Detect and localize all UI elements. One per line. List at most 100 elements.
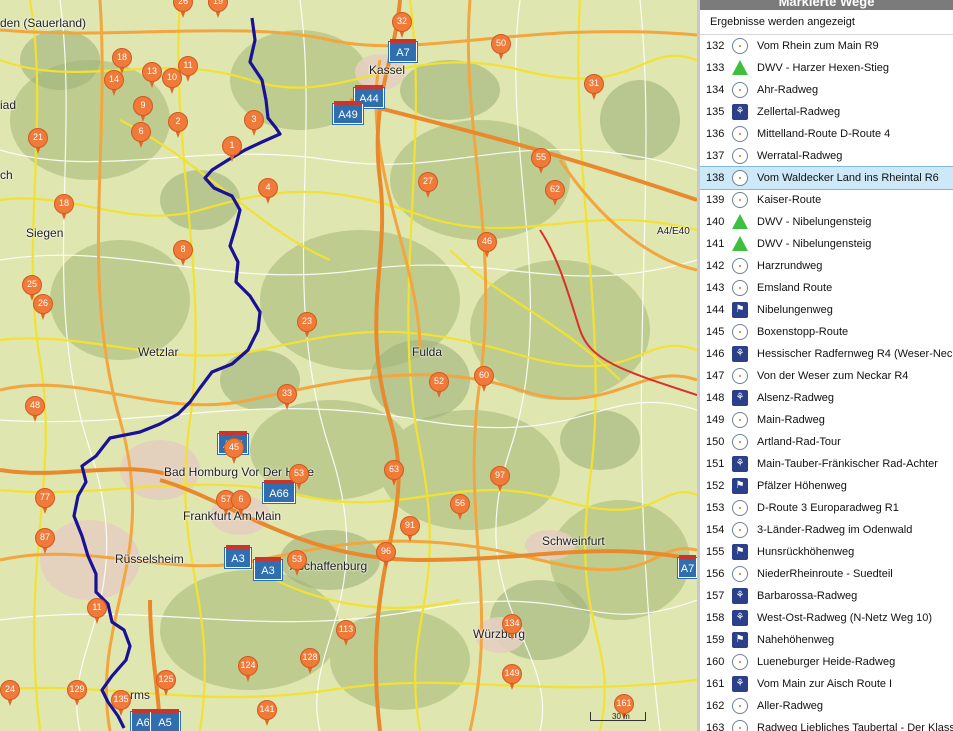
trail-list-item[interactable]: 146 ⚘ Hessischer Radfernweg R4 (Weser-Neck	[700, 343, 953, 365]
poi-marker-icon[interactable]: 9	[133, 96, 153, 124]
trail-name: Pfälzer Höhenweg	[757, 480, 847, 492]
poi-marker-icon[interactable]: 6	[131, 122, 151, 150]
poi-marker-icon[interactable]: 48	[25, 396, 45, 424]
trail-name: Main-Tauber-Fränkischer Rad-Achter	[757, 458, 938, 470]
trail-list-item[interactable]: 148 ⚘ Alsenz-Radweg	[700, 387, 953, 409]
poi-marker-icon[interactable]: 60	[474, 366, 494, 394]
poi-marker-icon[interactable]: 6	[231, 490, 251, 518]
poi-marker-icon[interactable]: 135	[111, 690, 131, 718]
poi-marker-icon[interactable]: 53	[287, 550, 307, 578]
trail-list-item[interactable]: 161 ⚘ Vom Main zur Aisch Route I	[700, 673, 953, 695]
trail-list-item[interactable]: 139 Kaiser-Route	[700, 189, 953, 211]
trail-list-item[interactable]: 135 ⚘ Zellertal-Radweg	[700, 101, 953, 123]
trail-list-item[interactable]: 160 Lueneburger Heide-Radweg	[700, 651, 953, 673]
poi-marker-icon[interactable]: 18	[54, 194, 74, 222]
poi-marker-icon[interactable]: 141	[257, 700, 277, 728]
trail-name: Barbarossa-Radweg	[757, 590, 858, 602]
marker-number: 21	[32, 132, 43, 142]
trail-list-item[interactable]: 136 Mittelland-Route D-Route 4	[700, 123, 953, 145]
poi-marker-icon[interactable]: 32	[392, 12, 412, 40]
poi-marker-icon[interactable]: 56	[450, 494, 470, 522]
poi-marker-icon[interactable]: 55	[531, 148, 551, 176]
marker-number: 6	[138, 126, 144, 136]
trail-list-item[interactable]: 151 ⚘ Main-Tauber-Fränkischer Rad-Achter	[700, 453, 953, 475]
trail-list-item[interactable]: 134 Ahr-Radweg	[700, 79, 953, 101]
trail-list-item[interactable]: 155 ⚑ Hunsrückhöhenweg	[700, 541, 953, 563]
poi-marker-icon[interactable]: 13	[142, 62, 162, 90]
trail-list-item[interactable]: 156 NiederRheinroute - Suedteil	[700, 563, 953, 585]
trail-name: DWV - Harzer Hexen-Stieg	[757, 62, 890, 74]
poi-marker-icon[interactable]: 26	[33, 294, 53, 322]
poi-marker-icon[interactable]: 8	[173, 240, 193, 268]
trail-list-item[interactable]: 152 ⚑ Pfälzer Höhenweg	[700, 475, 953, 497]
trail-name: Aller-Radweg	[757, 700, 824, 712]
trail-list-item[interactable]: 142 Harzrundweg	[700, 255, 953, 277]
trail-list-item[interactable]: 132 Vom Rhein zum Main R9	[700, 35, 953, 57]
poi-marker-icon[interactable]: 31	[584, 74, 604, 102]
trail-list-item[interactable]: 138 Vom Waldecker Land ins Rheintal R6	[700, 166, 953, 190]
poi-marker-icon[interactable]: 129	[67, 680, 87, 708]
trail-name: Boxenstopp-Route	[757, 326, 849, 338]
poi-marker-icon[interactable]: 97	[490, 466, 510, 494]
poi-marker-icon[interactable]: 149	[502, 664, 522, 692]
poi-marker-icon[interactable]: 134	[502, 614, 522, 642]
trail-list-item[interactable]: 150 Artland-Rad-Tour	[700, 431, 953, 453]
poi-marker-icon[interactable]: 19	[208, 0, 228, 20]
marker-number: 91	[404, 520, 415, 530]
trail-list-item[interactable]: 158 ⚘ West-Ost-Radweg (N-Netz Weg 10)	[700, 607, 953, 629]
trail-list-item[interactable]: 147 Von der Weser zum Neckar R4	[700, 365, 953, 387]
trail-list-item[interactable]: 143 Emsland Route	[700, 277, 953, 299]
trail-number: 143	[706, 282, 725, 294]
trail-list-item[interactable]: 141 DWV - Nibelungensteig	[700, 233, 953, 255]
poi-marker-icon[interactable]: 2	[168, 112, 188, 140]
poi-marker-icon[interactable]: 96	[376, 542, 396, 570]
poi-marker-icon[interactable]: 27	[418, 172, 438, 200]
trail-list-item[interactable]: 140 DWV - Nibelungensteig	[700, 211, 953, 233]
trail-list-item[interactable]: 159 ⚑ Nahehöhenweg	[700, 629, 953, 651]
poi-marker-icon[interactable]: 24	[0, 680, 20, 708]
trail-list-item[interactable]: 145 Boxenstopp-Route	[700, 321, 953, 343]
poi-marker-icon[interactable]: 128	[300, 648, 320, 676]
trail-list-item[interactable]: 154 3-Länder-Radweg im Odenwald	[700, 519, 953, 541]
poi-marker-icon[interactable]: 26	[173, 0, 193, 20]
poi-marker-icon[interactable]: 4	[258, 178, 278, 206]
trail-number: 152	[706, 480, 725, 492]
trail-list-item[interactable]: 144 ⚑ Nibelungenweg	[700, 299, 953, 321]
poi-marker-icon[interactable]: 21	[28, 128, 48, 156]
trail-list-item[interactable]: 149 Main-Radweg	[700, 409, 953, 431]
poi-marker-icon[interactable]: 1	[222, 136, 242, 164]
trail-number: 139	[706, 194, 725, 206]
poi-marker-icon[interactable]: 45	[224, 438, 244, 466]
poi-marker-icon[interactable]: 3	[244, 110, 264, 138]
poi-marker-icon[interactable]: 14	[104, 70, 124, 98]
poi-marker-icon[interactable]: 113	[336, 620, 356, 648]
poi-marker-icon[interactable]: 46	[477, 232, 497, 260]
poi-marker-icon[interactable]: 23	[297, 312, 317, 340]
poi-marker-icon[interactable]: 11	[87, 598, 107, 626]
trail-list-item[interactable]: 163 Radweg Liebliches Taubertal - Der Kla…	[700, 717, 953, 731]
trail-name: Werratal-Radweg	[757, 150, 843, 162]
poi-marker-icon[interactable]: 87	[35, 528, 55, 556]
trail-number: 135	[706, 106, 725, 118]
trail-list-item[interactable]: 157 ⚘ Barbarossa-Radweg	[700, 585, 953, 607]
poi-marker-icon[interactable]: 33	[277, 384, 297, 412]
poi-marker-icon[interactable]: 52	[429, 372, 449, 400]
poi-marker-icon[interactable]: 91	[400, 516, 420, 544]
poi-marker-icon[interactable]: 77	[35, 488, 55, 516]
trail-name: West-Ost-Radweg (N-Netz Weg 10)	[757, 612, 933, 624]
poi-marker-icon[interactable]: 50	[491, 34, 511, 62]
poi-marker-icon[interactable]: 125	[156, 670, 176, 698]
trail-list-item[interactable]: 162 Aller-Radweg	[700, 695, 953, 717]
trail-list-item[interactable]: 137 Werratal-Radweg	[700, 145, 953, 167]
results-status: Ergebnisse werden angezeigt	[700, 10, 953, 35]
trail-list-item[interactable]: 153 D-Route 3 Europaradweg R1	[700, 497, 953, 519]
poi-marker-icon[interactable]: 62	[545, 180, 565, 208]
marker-number: 149	[504, 668, 520, 678]
poi-marker-icon[interactable]: 124	[238, 656, 258, 684]
poi-marker-icon[interactable]: 53	[289, 464, 309, 492]
poi-marker-icon[interactable]: 63	[384, 460, 404, 488]
poi-marker-icon[interactable]: 11	[178, 56, 198, 84]
map-view[interactable]: den (Sauerland) Kassel Siegen Wetzlar Fu…	[0, 0, 697, 731]
marker-number: 26	[37, 298, 48, 308]
trail-list-item[interactable]: 133 DWV - Harzer Hexen-Stieg	[700, 57, 953, 79]
